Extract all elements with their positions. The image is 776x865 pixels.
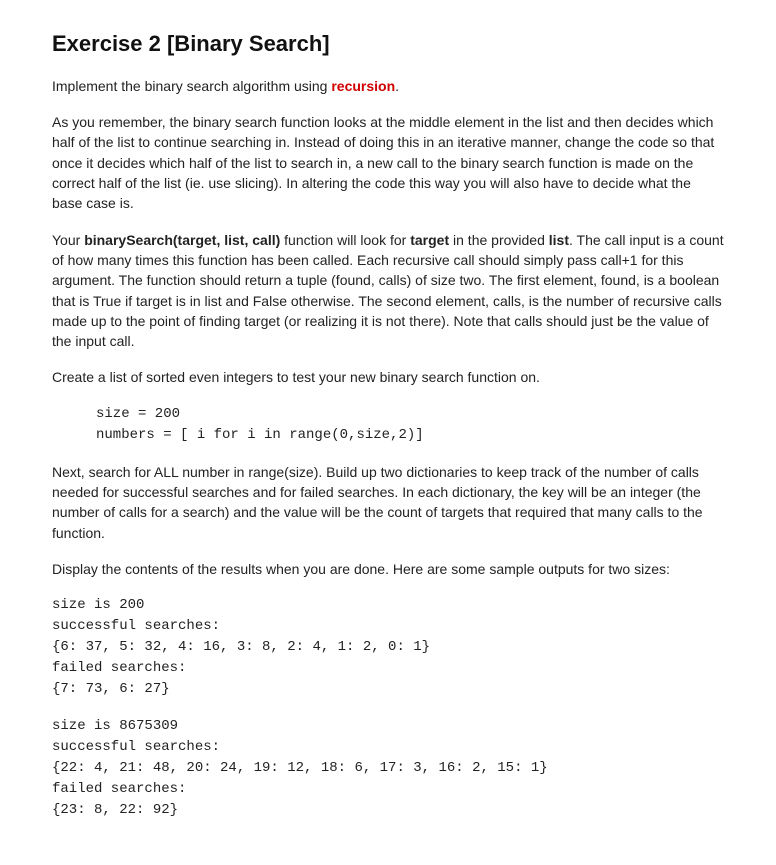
- list-keyword: list: [549, 232, 569, 248]
- function-signature: binarySearch(target, list, call): [84, 232, 280, 248]
- paragraph-4: Next, search for ALL number in range(siz…: [52, 462, 724, 543]
- target-keyword: target: [410, 232, 449, 248]
- sample-output-2: size is 8675309 successful searches: {22…: [52, 716, 724, 821]
- recursion-keyword: recursion: [331, 78, 395, 94]
- sample-output-1: size is 200 successful searches: {6: 37,…: [52, 595, 724, 700]
- p2-b: function will look for: [280, 232, 410, 248]
- p2-c: in the provided: [449, 232, 549, 248]
- p2-d: . The call input is a count of how many …: [52, 232, 724, 349]
- intro-suffix: .: [395, 78, 399, 94]
- intro-prefix: Implement the binary search algorithm us…: [52, 78, 331, 94]
- paragraph-1: As you remember, the binary search funct…: [52, 112, 724, 213]
- paragraph-3: Create a list of sorted even integers to…: [52, 367, 724, 387]
- paragraph-5: Display the contents of the results when…: [52, 559, 724, 579]
- exercise-title: Exercise 2 [Binary Search]: [52, 28, 724, 60]
- code-block-1: size = 200 numbers = [ i for i in range(…: [52, 404, 724, 446]
- paragraph-2: Your binarySearch(target, list, call) fu…: [52, 230, 724, 352]
- intro-paragraph: Implement the binary search algorithm us…: [52, 76, 724, 96]
- p2-a: Your: [52, 232, 84, 248]
